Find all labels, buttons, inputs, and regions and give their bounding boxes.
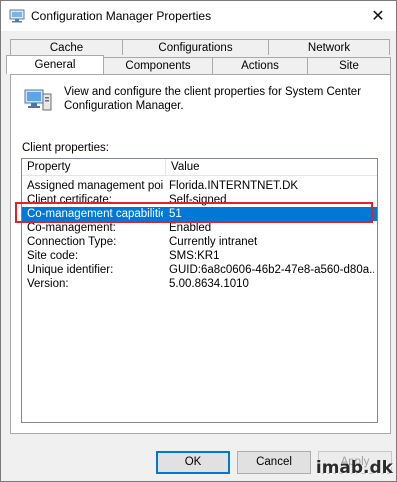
tab-strip: Cache Configurations Network General Com…	[1, 31, 396, 76]
property-name: Co-management:	[27, 222, 116, 234]
list-header: Property Value	[22, 159, 377, 176]
property-value: GUID:6a8c0606-46b2-47e8-a560-d80a...	[169, 264, 374, 276]
property-name: Connection Type:	[27, 236, 117, 248]
property-name: Site code:	[27, 250, 79, 262]
list-row-unique-identifier[interactable]: Unique identifier: GUID:6a8c0606-46b2-47…	[22, 263, 377, 277]
list-row-site-code[interactable]: Site code: SMS:KR1	[22, 249, 377, 263]
window-title: Configuration Manager Properties	[31, 9, 212, 23]
client-properties-label: Client properties:	[22, 142, 109, 154]
property-value: 5.00.8634.1010	[169, 278, 249, 290]
tab-actions[interactable]: Actions	[212, 57, 308, 74]
watermark-logo: imab.dk	[315, 458, 393, 478]
tab-site[interactable]: Site	[307, 57, 391, 74]
property-name: Assigned management poi...	[27, 180, 163, 192]
list-row-connection-type[interactable]: Connection Type: Currently intranet	[22, 235, 377, 249]
list-row-version[interactable]: Version: 5.00.8634.1010	[22, 277, 377, 291]
list-row-assigned-management-point[interactable]: Assigned management poi... Florida.INTER…	[22, 179, 377, 193]
close-button[interactable]: ✕	[360, 1, 396, 31]
cancel-button[interactable]: Cancel	[237, 451, 311, 474]
property-value: Currently intranet	[169, 236, 258, 248]
property-value: Enabled	[169, 222, 212, 234]
list-row-co-management[interactable]: Co-management: Enabled	[22, 221, 377, 235]
description-text: View and configure the client properties…	[64, 86, 362, 112]
property-name: Unique identifier:	[27, 264, 114, 276]
tab-cache[interactable]: Cache	[10, 39, 123, 55]
property-value: Florida.INTERNTNET.DK	[169, 180, 299, 192]
tab-components[interactable]: Components	[103, 57, 213, 74]
column-header-value[interactable]: Value	[166, 159, 377, 175]
tab-configurations[interactable]: Configurations	[122, 39, 269, 55]
client-properties-list[interactable]: Property Value Assigned management poi..…	[21, 158, 378, 423]
configuration-manager-icon	[9, 9, 25, 23]
ok-button[interactable]: OK	[156, 451, 230, 474]
property-name: Version:	[27, 278, 69, 290]
computer-icon	[24, 89, 52, 111]
property-value: SMS:KR1	[169, 250, 220, 262]
general-tab-panel: View and configure the client properties…	[10, 74, 391, 434]
column-header-property[interactable]: Property	[22, 159, 166, 175]
annotation-highlight-box	[15, 202, 373, 223]
title-bar: Configuration Manager Properties ✕	[1, 1, 396, 31]
tab-network[interactable]: Network	[268, 39, 390, 55]
properties-dialog: Configuration Manager Properties ✕ Cache…	[0, 0, 397, 482]
tab-general[interactable]: General	[6, 55, 104, 74]
